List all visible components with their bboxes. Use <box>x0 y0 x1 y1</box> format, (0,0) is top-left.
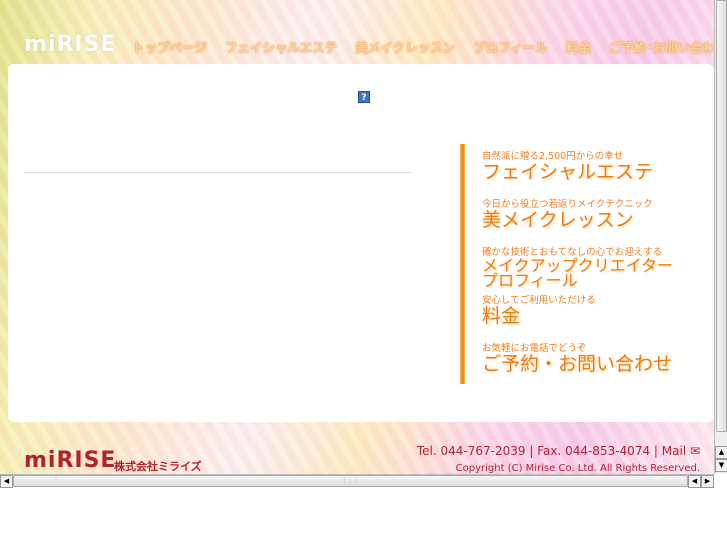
menu-title: フェイシャルエステ <box>482 161 654 183</box>
vertical-scrollbar[interactable]: ▲ ▼ <box>714 0 727 474</box>
vertical-scroll-thumb[interactable] <box>716 0 727 432</box>
content-panel: ? 自然派に贈る2,500円からの幸せ フェイシャルエステ 今日から役立つ若返りメ… <box>8 64 714 422</box>
menu-subtitle: 今日から役立つ若返りメイクテクニック <box>482 199 653 210</box>
horizontal-scroll-thumb[interactable]: ⋮⋮⋮ <box>13 475 688 487</box>
nav-contact[interactable]: ご予約･お問い合わせ <box>609 37 714 56</box>
page-viewport: miRISE トップページ フェイシャルエステ 美メイクレッスン プロフィール … <box>0 0 714 474</box>
footer-logo: miRISE <box>24 448 117 473</box>
menu-subtitle: お気軽にお電話でどうぞ <box>482 343 587 354</box>
scroll-right-arrow-icon[interactable]: ▶ <box>701 475 714 488</box>
company-name: 株式会社ミライズ <box>114 460 202 473</box>
divider <box>24 172 411 173</box>
side-menu: 自然派に贈る2,500円からの幸せ フェイシャルエステ 今日から役立つ若返りメイク… <box>460 144 700 384</box>
scroll-down-arrow-icon[interactable]: ▼ <box>715 459 727 472</box>
scroll-left-arrow-icon[interactable]: ◀ <box>0 475 13 488</box>
menu-item-contact[interactable]: お気軽にお電話でどうぞ ご予約・お問い合わせ <box>460 336 700 384</box>
nav-top[interactable]: トップページ <box>132 37 207 56</box>
nav-facial[interactable]: フェイシャルエステ <box>225 37 338 56</box>
site-logo[interactable]: miRISE <box>24 32 116 57</box>
menu-subtitle: 安心してご利用いただける <box>482 295 596 306</box>
scroll-up-arrow-icon[interactable]: ▲ <box>715 446 727 459</box>
menu-subtitle: 自然派に贈る2,500円からの幸せ <box>482 151 624 162</box>
help-icon[interactable]: ? <box>358 91 370 103</box>
menu-title: 料金 <box>482 305 521 327</box>
scroll-left-arrow-icon[interactable]: ◀ <box>688 475 701 488</box>
menu-item-facial[interactable]: 自然派に贈る2,500円からの幸せ フェイシャルエステ <box>460 144 700 192</box>
copyright: Copyright (C) Mirise Co. Ltd. All Rights… <box>455 463 700 474</box>
nav-makeup-lesson[interactable]: 美メイクレッスン <box>355 37 455 56</box>
nav-profile[interactable]: プロフィール <box>473 37 548 56</box>
menu-item-price[interactable]: 安心してご利用いただける 料金 <box>460 288 700 336</box>
menu-item-profile[interactable]: 確かな技術とおもてなしの心でお迎えする メイクアップクリエイター プロフィール <box>460 240 700 290</box>
nav-price[interactable]: 料金 <box>566 37 591 56</box>
menu-title-line2: プロフィール <box>482 271 578 290</box>
menu-title: ご予約・お問い合わせ <box>482 353 673 375</box>
top-nav: トップページ フェイシャルエステ 美メイクレッスン プロフィール 料金 ご予約･… <box>132 37 714 56</box>
menu-item-makeup-lesson[interactable]: 今日から役立つ若返りメイクテクニック 美メイクレッスン <box>460 192 700 240</box>
horizontal-scrollbar[interactable]: ◀ ⋮⋮⋮ ◀ ▶ <box>0 474 714 488</box>
menu-title: 美メイクレッスン <box>482 209 634 231</box>
contact-info[interactable]: Tel. 044-767-2039 | Fax. 044-853-4074 | … <box>417 444 700 458</box>
